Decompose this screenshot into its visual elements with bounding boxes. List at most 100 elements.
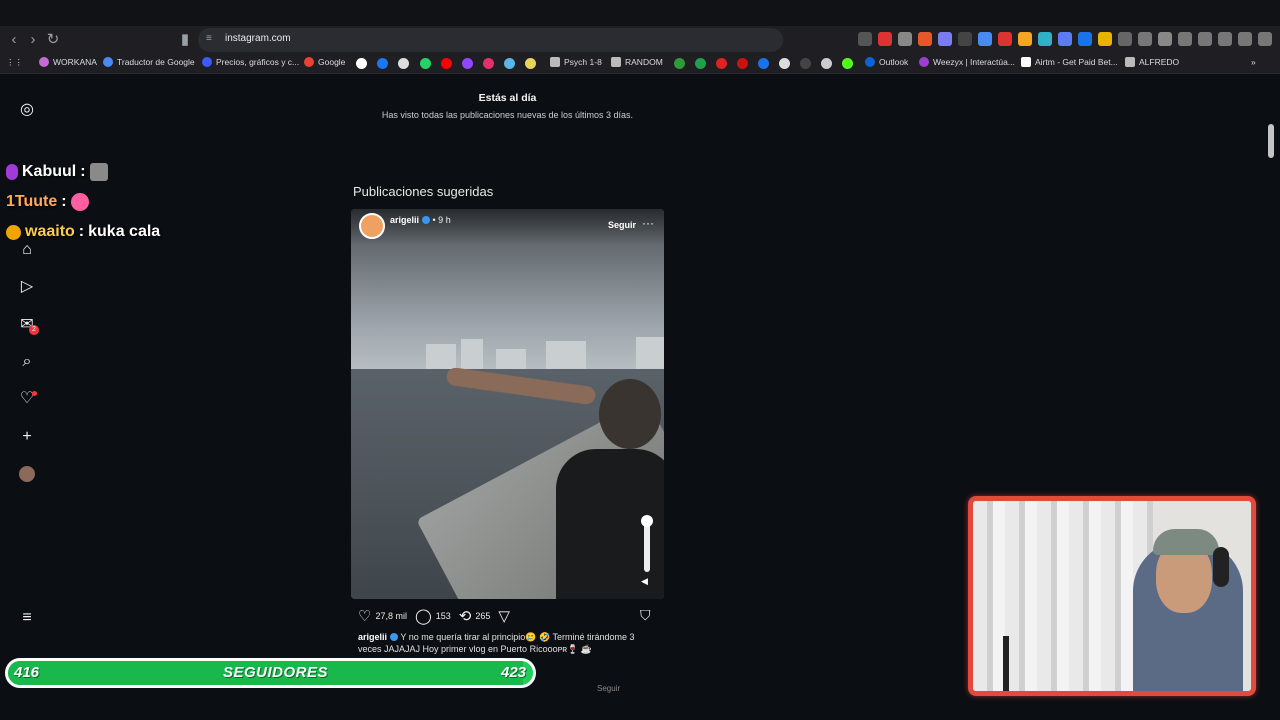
download-icon[interactable] <box>1198 32 1212 46</box>
extension-icon[interactable] <box>878 32 892 46</box>
post-username[interactable]: arigelii • 9 h <box>390 215 451 225</box>
speaker-icon[interactable]: ◀ <box>641 576 648 587</box>
back-icon[interactable]: ‹ <box>5 31 23 49</box>
airtm-icon <box>1021 57 1031 67</box>
puzzle-icon[interactable] <box>1118 32 1132 46</box>
caption-username[interactable]: arigelii <box>358 632 387 642</box>
bookmark-weezyx[interactable]: Weezyx | Interactúa... <box>919 57 1015 67</box>
extension-icon[interactable] <box>978 32 992 46</box>
extension-icon[interactable] <box>918 32 932 46</box>
x-icon[interactable] <box>398 58 409 69</box>
bookmark-icon[interactable] <box>674 58 685 69</box>
extension-icon[interactable] <box>1038 32 1052 46</box>
headset <box>1213 547 1229 587</box>
bookmark-icon[interactable] <box>737 58 748 69</box>
twitch-icon[interactable] <box>462 58 473 69</box>
youtube-icon[interactable] <box>441 58 452 69</box>
bookmark-icon[interactable]: ▮ <box>176 31 194 49</box>
more-bookmarks-icon[interactable]: » <box>1251 57 1256 67</box>
bookmark-psych[interactable]: Psych 1-8 <box>550 57 602 67</box>
instagram-logo-icon[interactable]: ◎ <box>17 100 37 120</box>
bookmark-outlook[interactable]: Outlook <box>865 57 908 67</box>
bookmark-airtm[interactable]: Airtm - Get Paid Bet... <box>1021 57 1118 67</box>
next-post-follow[interactable]: Seguir <box>597 684 620 693</box>
followers-goal-bar: 416 SEGUIDORES 423 <box>5 658 536 688</box>
address-bar[interactable]: ≡ instagram.com <box>198 28 783 52</box>
bookmark-prices[interactable]: Precios, gráficos y c... <box>202 57 299 67</box>
bookmark-alfredo[interactable]: ALFREDO <box>1125 57 1179 67</box>
shield-icon[interactable] <box>1238 32 1252 46</box>
apps-icon[interactable]: ⋮⋮ <box>6 57 23 68</box>
more-menu-icon[interactable]: ≡ <box>17 608 37 628</box>
bookmark-icon[interactable] <box>821 58 832 69</box>
profile-avatar[interactable] <box>19 466 35 482</box>
instagram-icon[interactable] <box>483 58 494 69</box>
extension-icon[interactable] <box>958 32 972 46</box>
volume-knob[interactable] <box>641 515 653 527</box>
post-media[interactable]: arigelii • 9 h Seguir ··· ◀ <box>351 209 664 599</box>
bookmark-icon[interactable] <box>758 58 769 69</box>
tiktok-icon[interactable] <box>356 58 367 69</box>
bookmark-translate[interactable]: Traductor de Google <box>103 57 195 67</box>
create-icon[interactable]: + <box>17 427 37 447</box>
bookmark-icon[interactable] <box>695 58 706 69</box>
wallet-icon[interactable] <box>1178 32 1192 46</box>
extension-icon[interactable] <box>938 32 952 46</box>
coin-icon <box>202 57 212 67</box>
extension-icon[interactable] <box>998 32 1012 46</box>
extension-icon[interactable] <box>858 32 872 46</box>
sparkle-icon[interactable] <box>1218 32 1232 46</box>
bookmark-icon[interactable] <box>525 58 536 69</box>
post-caption: arigelii Y no me quería tirar al princip… <box>358 631 658 655</box>
post-avatar[interactable] <box>359 213 385 239</box>
reload-icon[interactable]: ↻ <box>44 31 62 49</box>
site-info-icon[interactable]: ≡ <box>206 33 212 44</box>
post-time: • 9 h <box>432 215 451 225</box>
extension-icon[interactable] <box>898 32 912 46</box>
bookmark-google[interactable]: Google <box>304 57 345 67</box>
whatsapp-icon[interactable] <box>420 58 431 69</box>
activity-dot <box>32 391 37 396</box>
bookmark-icon[interactable] <box>716 58 727 69</box>
repost-icon[interactable]: ⟲ <box>459 607 472 625</box>
person-head <box>599 379 661 449</box>
kick-icon[interactable] <box>842 58 853 69</box>
reels-icon[interactable]: ▷ <box>17 277 37 297</box>
bookmark-icon[interactable] <box>504 58 515 69</box>
sidebar-toggle-icon[interactable] <box>1158 32 1172 46</box>
tab-strip <box>0 0 1280 26</box>
extension-icon[interactable] <box>1018 32 1032 46</box>
facebook-icon[interactable] <box>377 58 388 69</box>
menu-icon[interactable] <box>1258 32 1272 46</box>
chat-message: waaito : kuka cala <box>6 217 160 247</box>
comment-icon[interactable]: ◯ <box>415 607 432 625</box>
search-icon[interactable]: ⌕ <box>17 352 37 372</box>
uptodate-subtitle: Has visto todas las publicaciones nuevas… <box>381 110 634 120</box>
save-icon[interactable]: ⛉ <box>640 607 651 624</box>
building <box>546 341 586 369</box>
extension-icon[interactable] <box>1058 32 1072 46</box>
caption-text: Y no me quería tirar al principio🥲 🤣 Ter… <box>358 632 635 654</box>
building <box>461 339 483 369</box>
badge-icon <box>6 224 21 240</box>
extension-icon[interactable] <box>1078 32 1092 46</box>
google-icon <box>304 57 314 67</box>
bookmark-icon[interactable] <box>800 58 811 69</box>
bookmark-workana[interactable]: WORKANA <box>39 57 97 67</box>
bookmark-icon[interactable] <box>779 58 790 69</box>
building <box>636 337 664 369</box>
forward-icon[interactable]: › <box>24 31 42 49</box>
suggested-posts-title: Publicaciones sugeridas <box>353 184 494 199</box>
translate-icon <box>103 57 113 67</box>
chat-username: Kabuul <box>22 163 77 180</box>
folder-icon <box>550 57 560 67</box>
music-icon[interactable] <box>1138 32 1152 46</box>
bookmark-random[interactable]: RANDOM <box>611 57 663 67</box>
stream-chat-overlay: Kabuul : 1Tuute : waaito : kuka cala <box>6 157 160 247</box>
follow-button[interactable]: Seguir <box>608 220 636 230</box>
share-icon[interactable]: ▽ <box>498 607 510 625</box>
like-icon[interactable]: ♡ <box>358 607 371 625</box>
more-options-icon[interactable]: ··· <box>642 216 654 230</box>
scrollbar-thumb[interactable] <box>1268 124 1274 158</box>
extension-icon[interactable] <box>1098 32 1112 46</box>
